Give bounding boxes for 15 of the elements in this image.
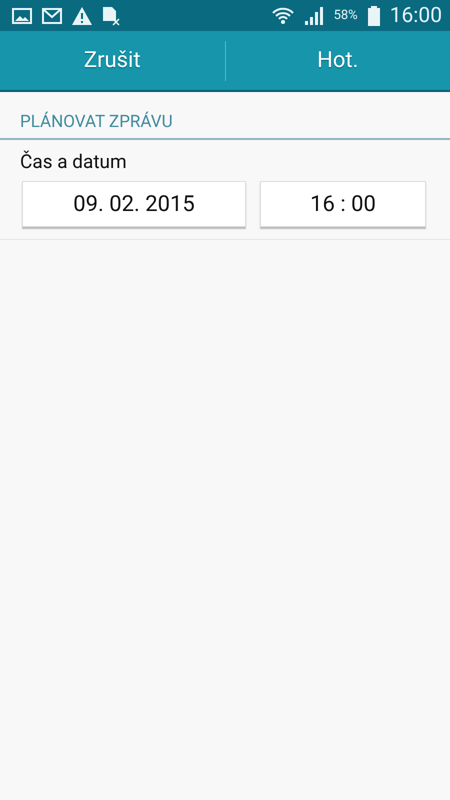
signal-icon bbox=[304, 6, 324, 24]
battery-percent: 58% bbox=[334, 8, 358, 23]
status-time: 16:00 bbox=[390, 4, 442, 28]
action-button[interactable]: Hot. bbox=[226, 31, 450, 90]
date-picker[interactable]: 09. 02. 2015 bbox=[22, 181, 246, 227]
mail-icon bbox=[42, 8, 62, 24]
action-button[interactable]: Zrušit bbox=[0, 31, 224, 90]
wifi-icon bbox=[272, 6, 294, 26]
section-header: PLÁNOVAT ZPRÁVU bbox=[0, 112, 450, 140]
sim-card-icon bbox=[102, 6, 120, 26]
battery-icon bbox=[368, 6, 380, 26]
warning-icon bbox=[72, 6, 92, 24]
field-label: Čas a datum bbox=[19, 149, 128, 173]
time-picker[interactable]: 16 : 00 bbox=[260, 181, 426, 227]
picture-icon bbox=[12, 8, 32, 24]
